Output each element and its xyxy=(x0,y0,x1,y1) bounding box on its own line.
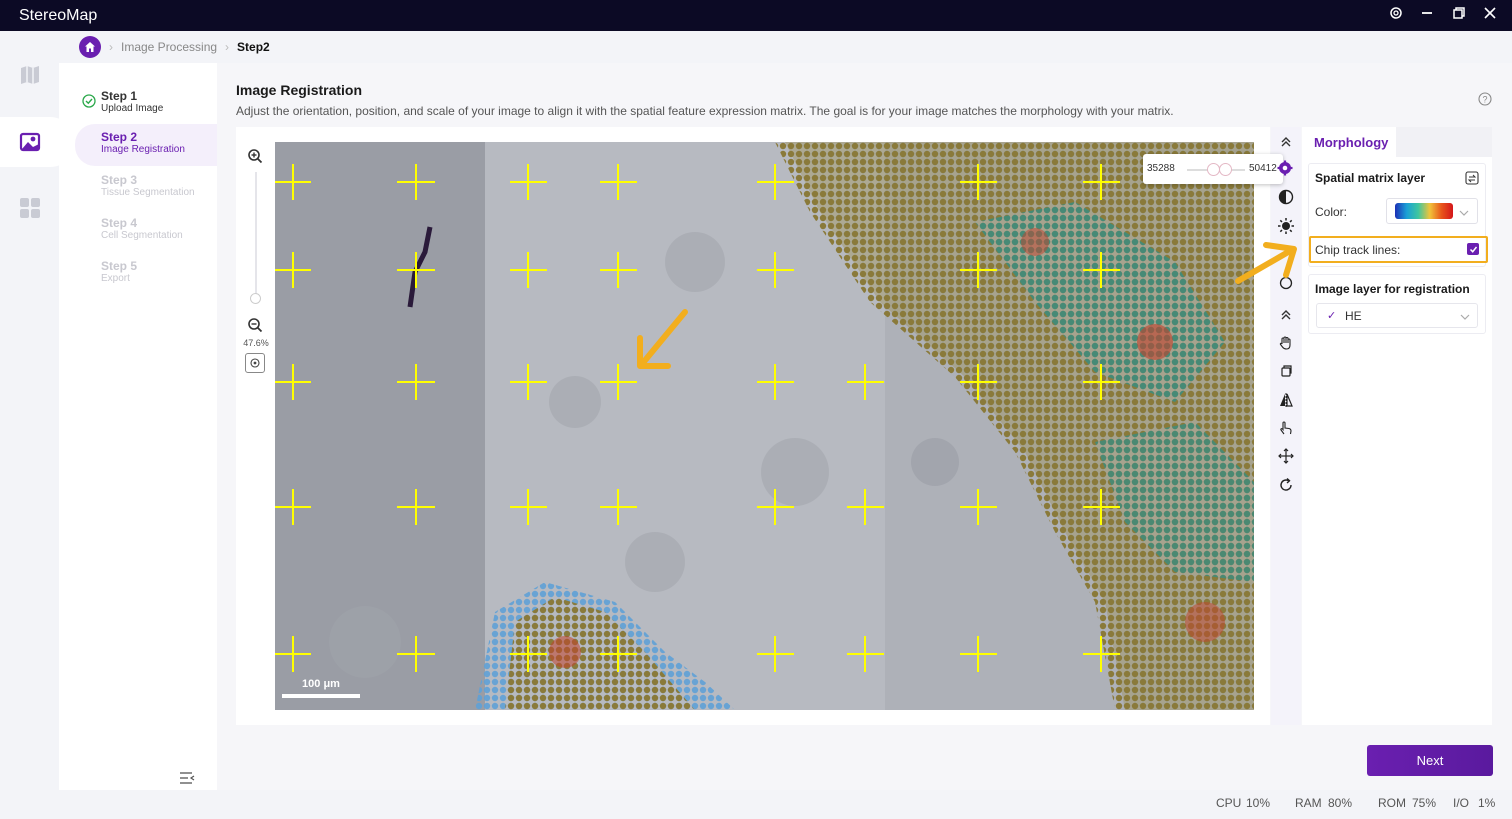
map-icon[interactable] xyxy=(13,58,47,92)
rotate-icon[interactable] xyxy=(1276,475,1296,495)
rom-value: 75% xyxy=(1412,796,1437,810)
settings-icon[interactable] xyxy=(1387,6,1405,24)
hand-icon[interactable] xyxy=(1276,333,1296,353)
cpu-value: 10% xyxy=(1246,796,1271,810)
next-button[interactable]: Next xyxy=(1367,745,1493,776)
title-bar: StereoMap xyxy=(0,0,1512,31)
ram-label: RAM xyxy=(1295,796,1322,810)
contrast-icon[interactable] xyxy=(1276,187,1296,207)
flip-icon[interactable] xyxy=(1276,390,1296,410)
point-icon[interactable] xyxy=(1276,418,1296,438)
close-icon[interactable] xyxy=(1481,6,1499,24)
step-5: Step 5 Export xyxy=(75,253,217,293)
range-handle-max[interactable] xyxy=(1219,163,1232,176)
color-label: Color: xyxy=(1315,205,1348,219)
settings-icon[interactable] xyxy=(1277,160,1293,179)
range-min: 35288 xyxy=(1147,163,1175,174)
range-max: 50412 xyxy=(1249,163,1277,174)
swap-icon[interactable] xyxy=(1465,171,1479,188)
fit-view-icon[interactable] xyxy=(245,353,265,373)
status-bar: CPU 10% RAM 80% ROM 75% I/O 1% xyxy=(217,790,1512,819)
tab-bar xyxy=(1396,127,1492,157)
scale-bar-line xyxy=(282,694,360,698)
highlight-box xyxy=(1309,236,1488,263)
breadcrumb-current: Step2 xyxy=(237,40,270,54)
chevron-down-icon xyxy=(1459,206,1469,220)
step-label: Step 3 xyxy=(101,173,138,187)
scale-bar-label: 100 μm xyxy=(302,678,340,690)
io-value: 1% xyxy=(1478,796,1496,810)
collapse-menu-icon[interactable] xyxy=(179,771,195,785)
brightness-icon[interactable] xyxy=(1276,216,1296,236)
help-icon[interactable]: ? xyxy=(1478,92,1492,106)
intensity-range-popup[interactable]: 35288 50412 xyxy=(1143,154,1283,184)
zoom-in-icon[interactable] xyxy=(247,148,263,167)
image-viewer[interactable] xyxy=(275,142,1254,710)
image-icon[interactable] xyxy=(13,125,47,159)
image-layer-select[interactable]: ✓ HE xyxy=(1316,303,1478,328)
check-circle-icon xyxy=(82,94,96,108)
step-sub: Export xyxy=(101,273,130,284)
steps-panel: Step 1 Upload Image Step 2 Image Registr… xyxy=(59,63,217,790)
step-1[interactable]: Step 1 Upload Image xyxy=(75,83,217,123)
collapse-up-icon-2[interactable] xyxy=(1276,305,1296,325)
breadcrumb-image-processing[interactable]: Image Processing xyxy=(121,40,217,54)
step-2[interactable]: Step 2 Image Registration xyxy=(75,124,217,166)
page-description: Adjust the orientation, position, and sc… xyxy=(236,104,1174,118)
step-4: Step 4 Cell Segmentation xyxy=(75,210,217,250)
step-label: Step 5 xyxy=(101,259,138,273)
svg-text:?: ? xyxy=(1482,95,1487,105)
image-layer-value: HE xyxy=(1345,309,1362,323)
color-gradient-swatch xyxy=(1395,203,1453,219)
step-sub: Tissue Segmentation xyxy=(101,187,195,198)
ram-value: 80% xyxy=(1328,796,1353,810)
breadcrumb: › Image Processing › Step2 xyxy=(79,36,270,58)
step-label: Step 4 xyxy=(101,216,138,230)
io-label: I/O xyxy=(1453,796,1470,810)
annotation-arrow-icon xyxy=(1235,242,1297,284)
chevron-right-icon: › xyxy=(109,40,113,54)
tissue-image xyxy=(275,142,1254,710)
zoom-slider-track[interactable] xyxy=(255,172,257,302)
zoom-slider-handle[interactable] xyxy=(250,293,261,304)
copy-icon[interactable] xyxy=(1276,361,1296,381)
zoom-out-icon[interactable] xyxy=(247,317,263,336)
step-3: Step 3 Tissue Segmentation xyxy=(75,167,217,207)
home-icon[interactable] xyxy=(79,36,101,58)
image-layer-heading: Image layer for registration xyxy=(1315,282,1470,296)
chevron-down-icon xyxy=(1460,314,1470,320)
spatial-matrix-heading: Spatial matrix layer xyxy=(1315,171,1426,185)
move-icon[interactable] xyxy=(1276,446,1296,466)
restore-icon[interactable] xyxy=(1450,6,1468,24)
rom-label: ROM xyxy=(1378,796,1406,810)
step-sub: Image Registration xyxy=(101,144,185,155)
zoom-level: 47.6% xyxy=(243,338,269,348)
scale-bar: 100 μm xyxy=(282,678,360,702)
app-title: StereoMap xyxy=(19,7,98,24)
minimize-icon[interactable] xyxy=(1418,6,1436,24)
check-icon: ✓ xyxy=(1327,310,1337,322)
apps-icon[interactable] xyxy=(13,191,47,225)
step-sub: Upload Image xyxy=(101,103,164,114)
step-label: Step 2 xyxy=(101,130,138,144)
page-title: Image Registration xyxy=(236,82,363,98)
step-sub: Cell Segmentation xyxy=(101,230,183,241)
chevron-right-icon: › xyxy=(225,40,230,54)
tab-morphology[interactable]: Morphology xyxy=(1304,129,1396,157)
collapse-up-icon[interactable] xyxy=(1276,132,1296,152)
step-label: Step 1 xyxy=(101,89,138,103)
cpu-label: CPU xyxy=(1216,796,1242,810)
